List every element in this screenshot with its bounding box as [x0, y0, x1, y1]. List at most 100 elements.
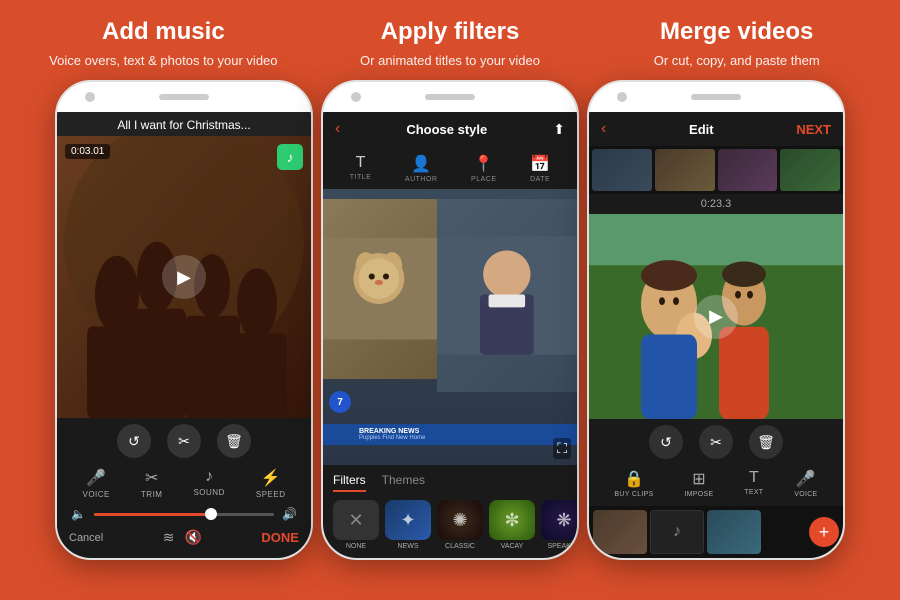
- icon-place[interactable]: 📍 PLACE: [471, 154, 496, 183]
- phone2-back-button[interactable]: ‹: [335, 120, 340, 138]
- filter-speaker-label: SPEAKER: [547, 543, 577, 550]
- bottom-thumb-1: [593, 510, 647, 554]
- filter-thumbnails: ✕ NONE ✦ NEWS ✺ CLASSIC ✼ VACAY: [333, 500, 567, 550]
- phone3-play-button[interactable]: ▶: [694, 295, 738, 339]
- phone3-ctrl-row: ↺ ✂ 🗑: [589, 425, 843, 459]
- icon-date[interactable]: 📅 DATE: [530, 154, 550, 183]
- tool-p3-voice[interactable]: 🎤 VOICE: [794, 469, 817, 498]
- phone-merge-videos: ‹ Edit NEXT 0:23.3: [587, 80, 845, 560]
- author-label: AUTHOR: [405, 176, 438, 183]
- filter-news-img: ✦: [385, 500, 431, 540]
- mute-icon: 🔇: [184, 529, 201, 546]
- tab-themes[interactable]: Themes: [382, 473, 425, 492]
- tool-speed[interactable]: ⚡ SPEED: [256, 468, 286, 499]
- filter-tabs: Filters Themes: [333, 473, 567, 492]
- wave-icon: ≋: [163, 529, 175, 546]
- date-icon: 📅: [530, 154, 550, 174]
- puppy-area: [323, 199, 445, 378]
- phone2-icons-row: T TITLE 👤 AUTHOR 📍 PLACE 📅 DATE: [323, 146, 577, 189]
- delete-button[interactable]: 🗑: [217, 424, 251, 458]
- strip-thumb-1: [592, 149, 652, 191]
- filter-speaker[interactable]: ❋ SPEAKER: [541, 500, 577, 550]
- filter-vacay-label: VACAY: [501, 543, 524, 550]
- phone3-timestamp: 0:23.3: [589, 194, 843, 214]
- tool-text[interactable]: T TEXT: [744, 469, 763, 498]
- tab-filters[interactable]: Filters: [333, 473, 366, 492]
- add-clip-button[interactable]: +: [809, 517, 839, 547]
- p3-undo-button[interactable]: ↺: [649, 425, 683, 459]
- burst-news: ✦: [385, 500, 431, 540]
- phone3-back-button[interactable]: ‹: [601, 120, 606, 138]
- cancel-button[interactable]: Cancel: [69, 532, 103, 544]
- phone1-inner: All I want for Christmas...: [57, 112, 311, 558]
- volume-slider[interactable]: [94, 513, 274, 516]
- filter-vacay[interactable]: ✼ VACAY: [489, 500, 535, 550]
- impose-label: IMPOSE: [684, 491, 713, 498]
- music-note-badge: ♪: [277, 144, 303, 170]
- phone2-share-button[interactable]: ⬆: [553, 121, 565, 138]
- icon-author[interactable]: 👤 AUTHOR: [405, 154, 438, 183]
- phone3-inner: ‹ Edit NEXT 0:23.3: [589, 112, 843, 558]
- trim-icon: ✂: [145, 468, 158, 488]
- feature-subtitle-2: Or animated titles to your video: [307, 52, 594, 70]
- phone1-timestamp: 0:03.01: [65, 144, 110, 159]
- fullscreen-button[interactable]: ⛶: [553, 438, 571, 459]
- feature-subtitle-1: Voice overs, text & photos to your video: [20, 52, 307, 70]
- icon-title[interactable]: T TITLE: [350, 154, 372, 183]
- phone3-bottom-strip: ♪ +: [589, 506, 843, 558]
- phone3-next-button[interactable]: NEXT: [796, 122, 831, 137]
- filter-classic[interactable]: ✺ CLASSIC: [437, 500, 483, 550]
- p3-voice-label: VOICE: [794, 491, 817, 498]
- phone1-bottom-bar: Cancel ≋ 🔇 DONE: [57, 525, 311, 554]
- burst-vacay: ✼: [489, 500, 535, 540]
- feature-title-2: Apply filters: [307, 18, 594, 46]
- tool-impose[interactable]: ⊞ IMPOSE: [684, 469, 713, 498]
- feature-merge-videos: Merge videos Or cut, copy, and paste the…: [593, 18, 880, 70]
- place-icon: 📍: [474, 154, 494, 174]
- filter-none-img: ✕: [333, 500, 379, 540]
- filter-none[interactable]: ✕ NONE: [333, 500, 379, 550]
- author-icon: 👤: [411, 154, 431, 174]
- date-label: DATE: [530, 176, 550, 183]
- filter-none-label: NONE: [346, 543, 366, 550]
- vol-low-icon: 🔈: [71, 507, 86, 521]
- phone2-title: Choose style: [406, 122, 487, 137]
- p3-delete-button[interactable]: 🗑: [749, 425, 783, 459]
- bottom-thumb-music: ♪: [650, 510, 704, 554]
- phone3-header: ‹ Edit NEXT: [589, 112, 843, 146]
- phone2-header: ‹ Choose style ⬆: [323, 112, 577, 146]
- filter-speaker-img: ❋: [541, 500, 577, 540]
- anchor-svg: [437, 199, 577, 392]
- filter-news-label: NEWS: [398, 543, 419, 550]
- music-note-circle: ♪: [651, 511, 703, 553]
- phone1-play-button[interactable]: ▶: [162, 255, 206, 299]
- buy-clips-icon: 🔒: [624, 469, 644, 489]
- text-label: TEXT: [744, 489, 763, 496]
- trim-button[interactable]: ✂: [167, 424, 201, 458]
- p3-cut-button[interactable]: ✂: [699, 425, 733, 459]
- text-icon: T: [749, 469, 759, 487]
- tool-sound[interactable]: ♪ SOUND: [193, 468, 224, 499]
- news-anchor-area: [437, 199, 577, 392]
- bottom-icons: ≋ 🔇: [163, 529, 202, 546]
- tool-buy-clips[interactable]: 🔒 BUY CLIPS: [614, 469, 653, 498]
- filter-news[interactable]: ✦ NEWS: [385, 500, 431, 550]
- voice-icon: 🎤: [86, 468, 106, 488]
- filter-classic-img: ✺: [437, 500, 483, 540]
- title-icon: T: [356, 154, 366, 172]
- news-scene: 7 BREAKING NEWS Puppies Find New Home ⛶: [323, 189, 577, 465]
- phone3-controls: ↺ ✂ 🗑 🔒 BUY CLIPS ⊞ IMPOSE T TEXT: [589, 419, 843, 506]
- volume-thumb: [205, 508, 217, 520]
- strip-thumb-3: [718, 149, 778, 191]
- tool-speed-label: SPEED: [256, 490, 286, 499]
- done-button[interactable]: DONE: [261, 530, 299, 545]
- undo-button[interactable]: ↺: [117, 424, 151, 458]
- tool-trim[interactable]: ✂ TRIM: [141, 468, 163, 499]
- tool-voice[interactable]: 🎤 VOICE: [83, 468, 110, 499]
- strip-thumb-4: [780, 149, 840, 191]
- phone3-tool-row: 🔒 BUY CLIPS ⊞ IMPOSE T TEXT 🎤 VOICE: [589, 465, 843, 502]
- puppy-svg: [323, 199, 445, 378]
- phone1-ctrl-row: ↺ ✂ 🗑: [57, 424, 311, 458]
- phone1-controls: ↺ ✂ 🗑 🎤 VOICE ✂ TRIM ♪ SOUND: [57, 418, 311, 558]
- buy-clips-label: BUY CLIPS: [614, 491, 653, 498]
